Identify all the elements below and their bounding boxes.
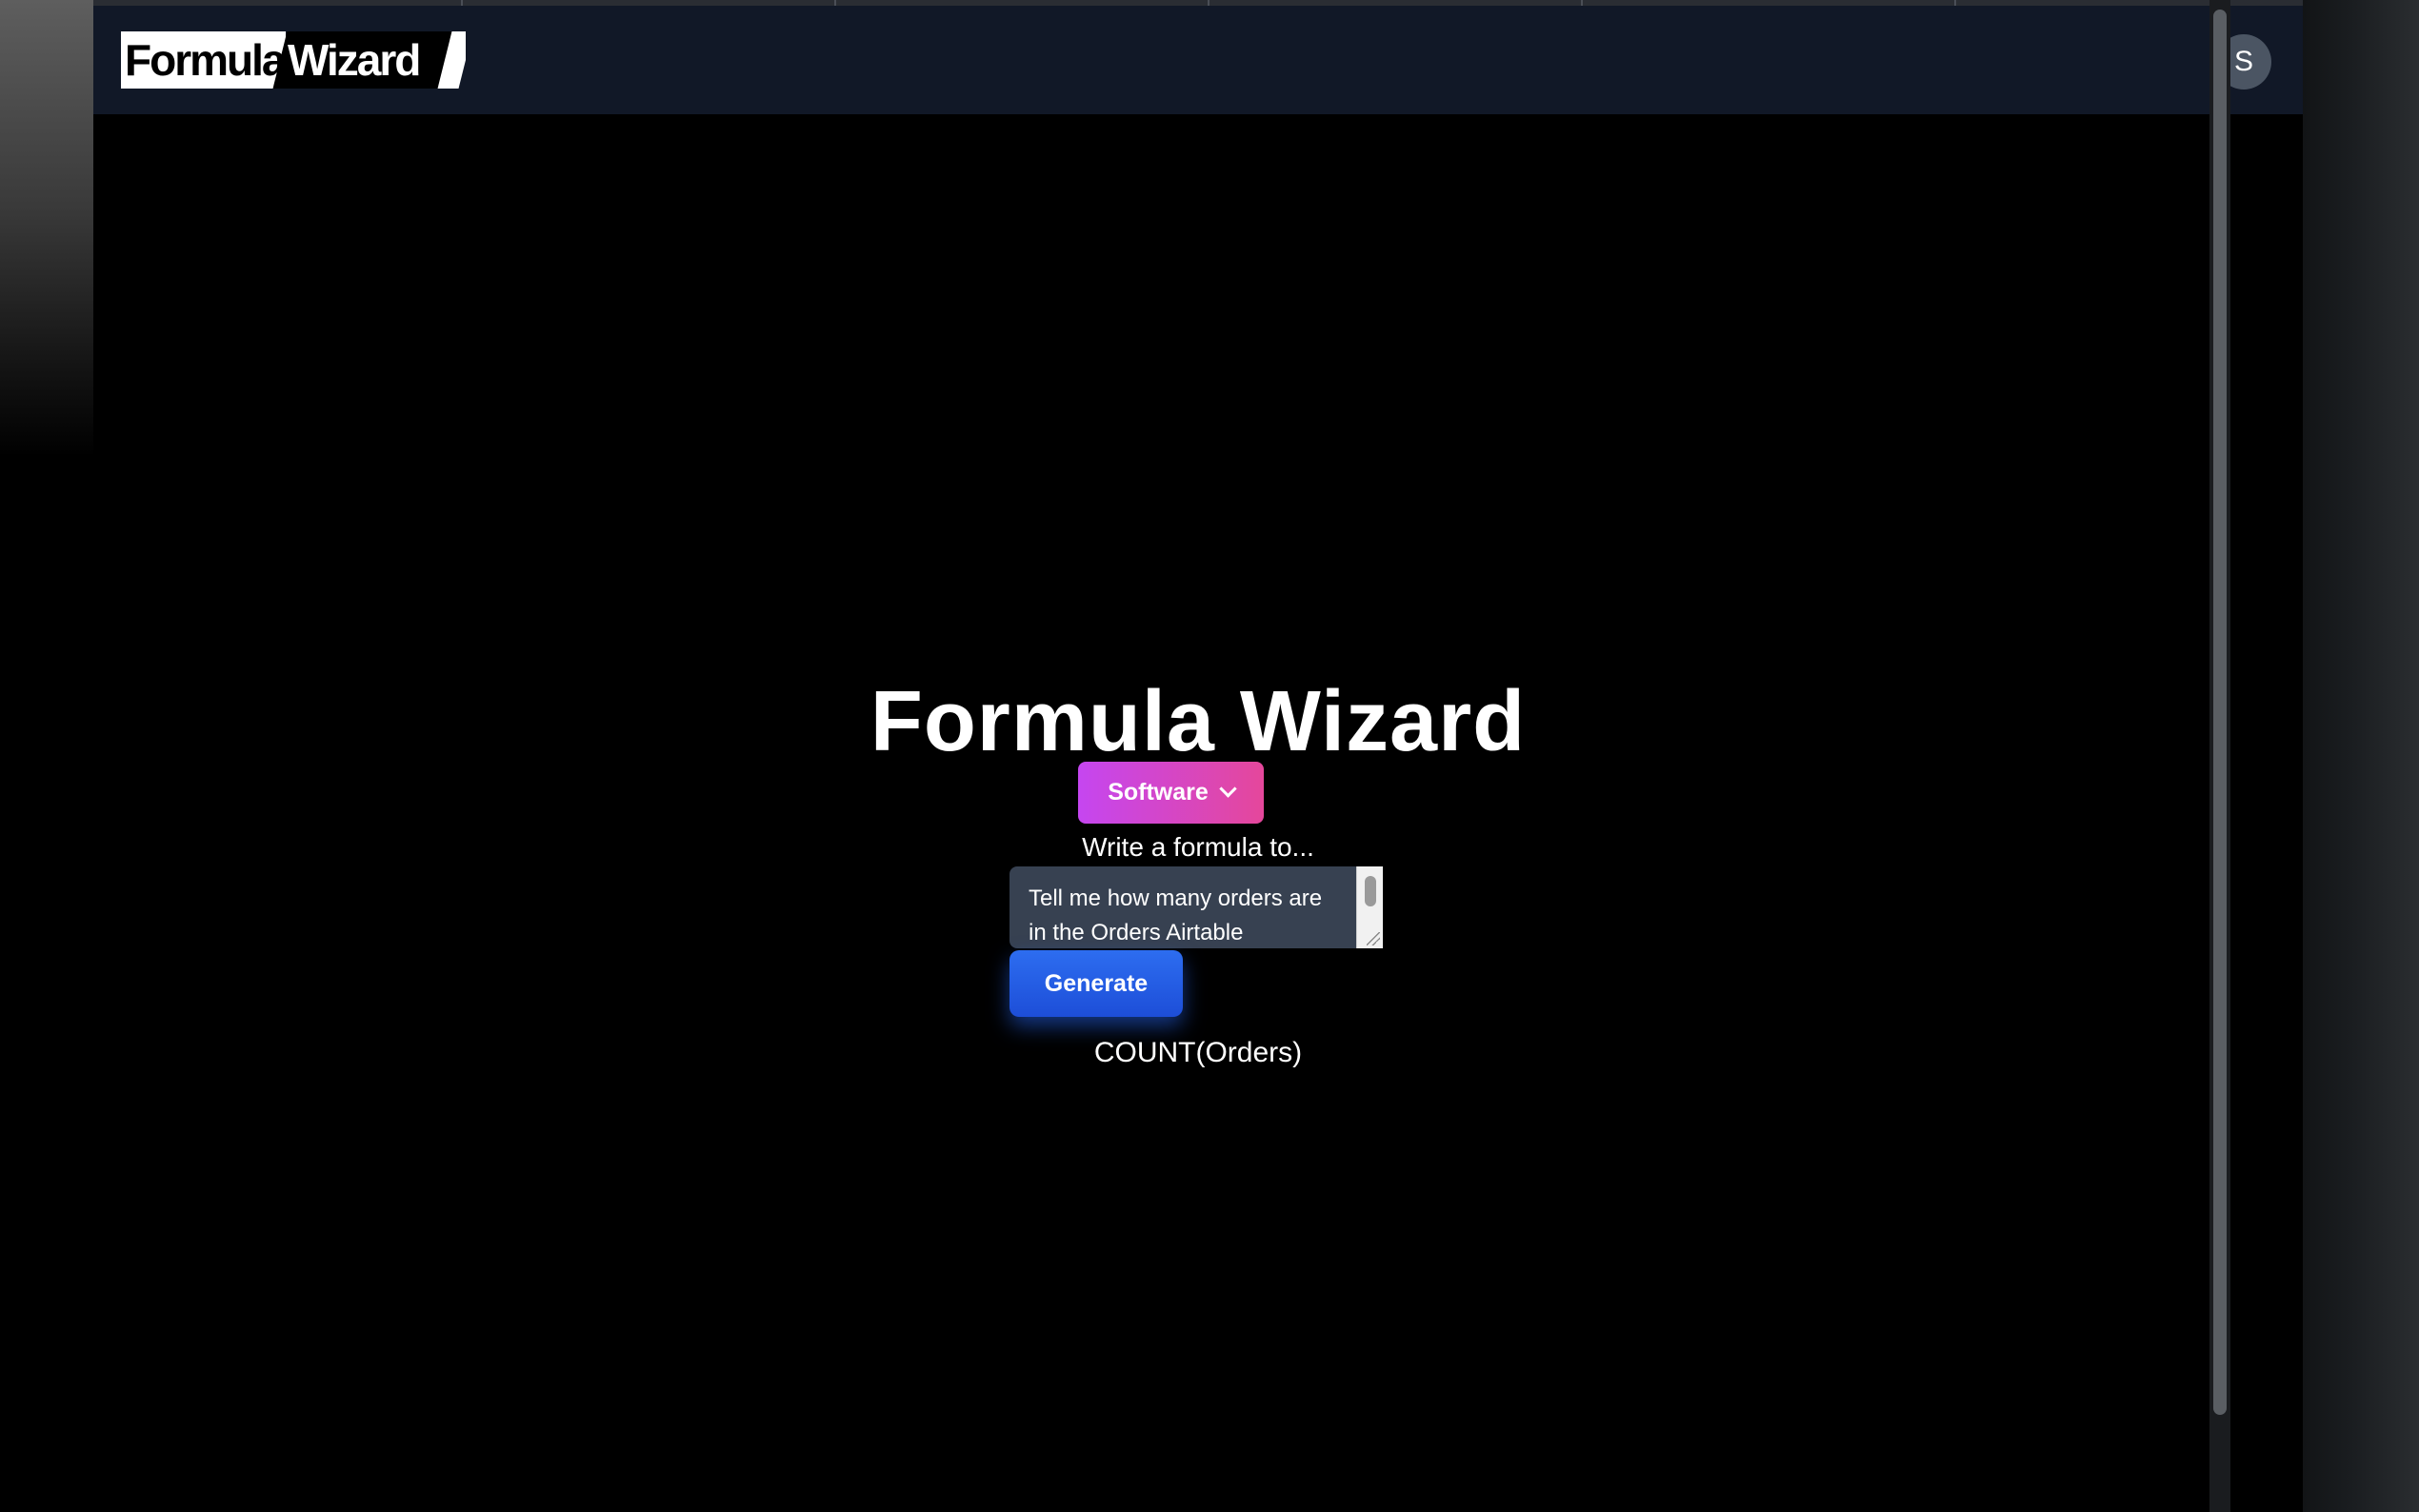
- browser-window: Formula Wizard S Formula Wizard Software…: [93, 0, 2303, 1512]
- logo-text-wizard-block: Wizard: [272, 31, 460, 89]
- top-navbar: Formula Wizard S: [93, 6, 2303, 114]
- prompt-textarea[interactable]: Tell me how many orders are in the Order…: [1010, 866, 1356, 948]
- desktop-background-right: [2303, 0, 2419, 1512]
- page-scroll-thumb[interactable]: [2213, 10, 2227, 1415]
- category-dropdown[interactable]: Software: [1078, 762, 1264, 824]
- desktop-background-left: [0, 0, 93, 457]
- logo-text-formula: Formula: [121, 31, 286, 89]
- resize-handle-icon[interactable]: [1367, 932, 1380, 945]
- prompt-label: Write a formula to...: [1082, 832, 1314, 862]
- generate-button[interactable]: Generate: [1010, 950, 1183, 1017]
- chevron-down-icon: [1219, 780, 1237, 798]
- formula-wizard-logo[interactable]: Formula Wizard: [121, 31, 466, 89]
- logo-text-wizard: Wizard: [288, 35, 420, 85]
- textarea-scroll-thumb[interactable]: [1365, 876, 1376, 906]
- main-content: Formula Wizard Software Write a formula …: [93, 114, 2303, 1512]
- prompt-textarea-container: Tell me how many orders are in the Order…: [1010, 866, 1383, 948]
- category-dropdown-label: Software: [1108, 779, 1209, 806]
- page-title: Formula Wizard: [870, 674, 1527, 769]
- formula-result: COUNT(Orders): [1093, 1037, 1303, 1068]
